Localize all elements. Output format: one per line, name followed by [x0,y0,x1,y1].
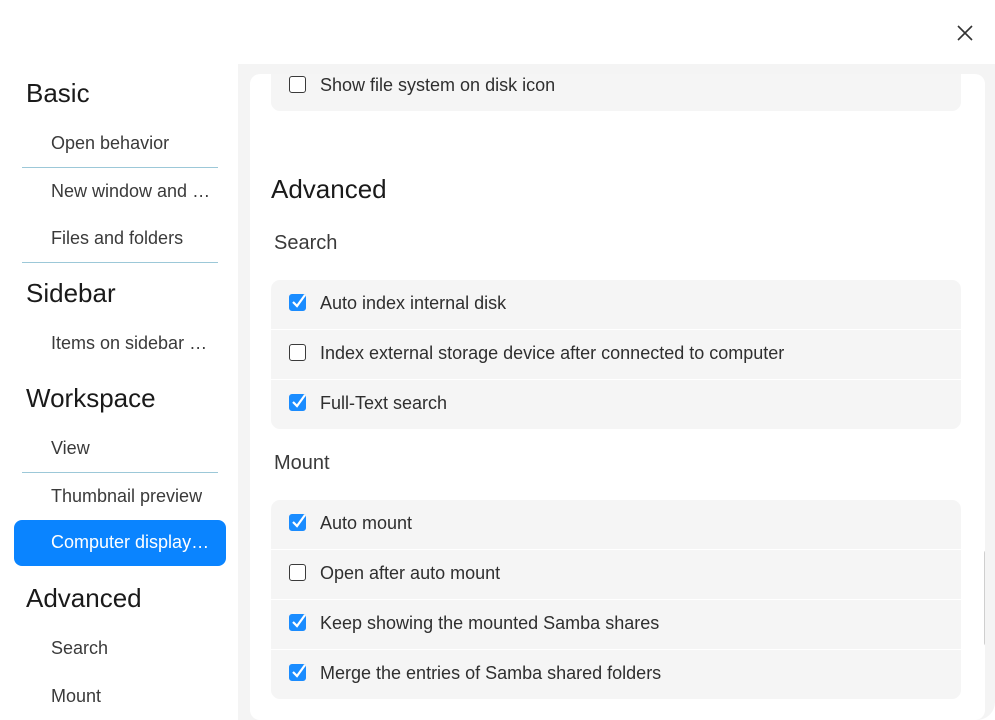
close-button[interactable] [950,18,980,48]
option-row[interactable]: Auto index internal disk [271,280,961,329]
option-label: Index external storage device after conn… [320,343,785,363]
display-options-card: Show file system on disk icon [271,74,961,111]
search-options-card: Auto index internal disk Index external … [271,280,961,429]
option-row[interactable]: Show file system on disk icon [271,74,961,111]
option-row[interactable]: Auto mount [271,500,961,549]
sidebar-item-mount[interactable]: Mount [14,674,226,720]
sidebar-item-label: Thumbnail preview [51,486,203,506]
option-row[interactable]: Keep showing the mounted Samba shares [271,599,961,649]
option-row[interactable]: Index external storage device after conn… [271,329,961,379]
sidebar-item-items-on-sidebar[interactable]: Items on sidebar … [14,321,226,367]
sidebar-group-advanced[interactable]: Advanced [26,583,142,614]
option-label: Open after auto mount [320,563,501,583]
close-icon [957,25,973,41]
settings-window: Basic Open behavior New window and … Fil… [0,0,995,720]
sidebar-divider [22,262,218,263]
sidebar-item-new-window[interactable]: New window and … [14,169,226,215]
checkmark-icon [292,294,306,308]
sidebar-item-label: New window and … [51,181,211,201]
sidebar-item-label: Mount [51,686,102,706]
settings-sidebar: Basic Open behavior New window and … Fil… [0,0,238,720]
option-label: Auto index internal disk [320,293,507,313]
checkmark-icon [292,614,306,628]
sidebar-group-sidebar[interactable]: Sidebar [26,278,116,309]
option-row[interactable]: Open after auto mount [271,549,961,599]
sidebar-divider [22,167,218,168]
sidebar-item-label: Open behavior [51,133,170,153]
sidebar-item-label: View [51,438,90,458]
option-row[interactable]: Merge the entries of Samba shared folder… [271,649,961,699]
sidebar-item-files-folders[interactable]: Files and folders [14,216,226,262]
sidebar-item-view[interactable]: View [14,426,226,472]
checkbox[interactable] [289,664,306,681]
checkbox[interactable] [289,294,306,311]
sidebar-item-label: Computer display… [51,532,210,552]
checkbox[interactable] [289,614,306,631]
sidebar-item-label: Items on sidebar … [51,333,208,353]
sidebar-item-label: Files and folders [51,228,184,248]
sidebar-item-open-behavior[interactable]: Open behavior [14,121,226,167]
subsection-title-search: Search [274,232,338,254]
checkbox[interactable] [289,76,306,93]
sidebar-group-workspace[interactable]: Workspace [26,383,156,414]
checkmark-icon [292,514,306,528]
option-label: Keep showing the mounted Samba shares [320,613,660,633]
checkbox[interactable] [289,394,306,411]
option-label: Auto mount [320,513,413,533]
settings-panel: Show file system on disk icon Advanced S… [250,74,985,720]
option-label: Show file system on disk icon [320,75,556,95]
option-row[interactable]: Full-Text search [271,379,961,429]
settings-content-area: Show file system on disk icon Advanced S… [238,64,995,720]
checkbox[interactable] [289,514,306,531]
checkmark-icon [292,394,306,408]
sidebar-group-basic[interactable]: Basic [26,78,90,109]
checkbox[interactable] [289,564,306,581]
sidebar-item-label: Search [51,638,109,658]
scrollbar-thumb[interactable] [984,550,985,646]
sidebar-divider [22,472,218,473]
sidebar-item-computer-display[interactable]: Computer display… [14,520,226,566]
subsection-title-mount: Mount [274,452,330,474]
sidebar-item-search[interactable]: Search [14,626,226,672]
mount-options-card: Auto mount Open after auto mount Keep sh… [271,500,961,699]
option-label: Merge the entries of Samba shared folder… [320,663,662,683]
sidebar-item-thumbnail-preview[interactable]: Thumbnail preview [14,474,226,520]
section-title-advanced: Advanced [271,174,387,204]
option-label: Full-Text search [320,393,448,413]
checkmark-icon [292,664,306,678]
checkbox[interactable] [289,344,306,361]
